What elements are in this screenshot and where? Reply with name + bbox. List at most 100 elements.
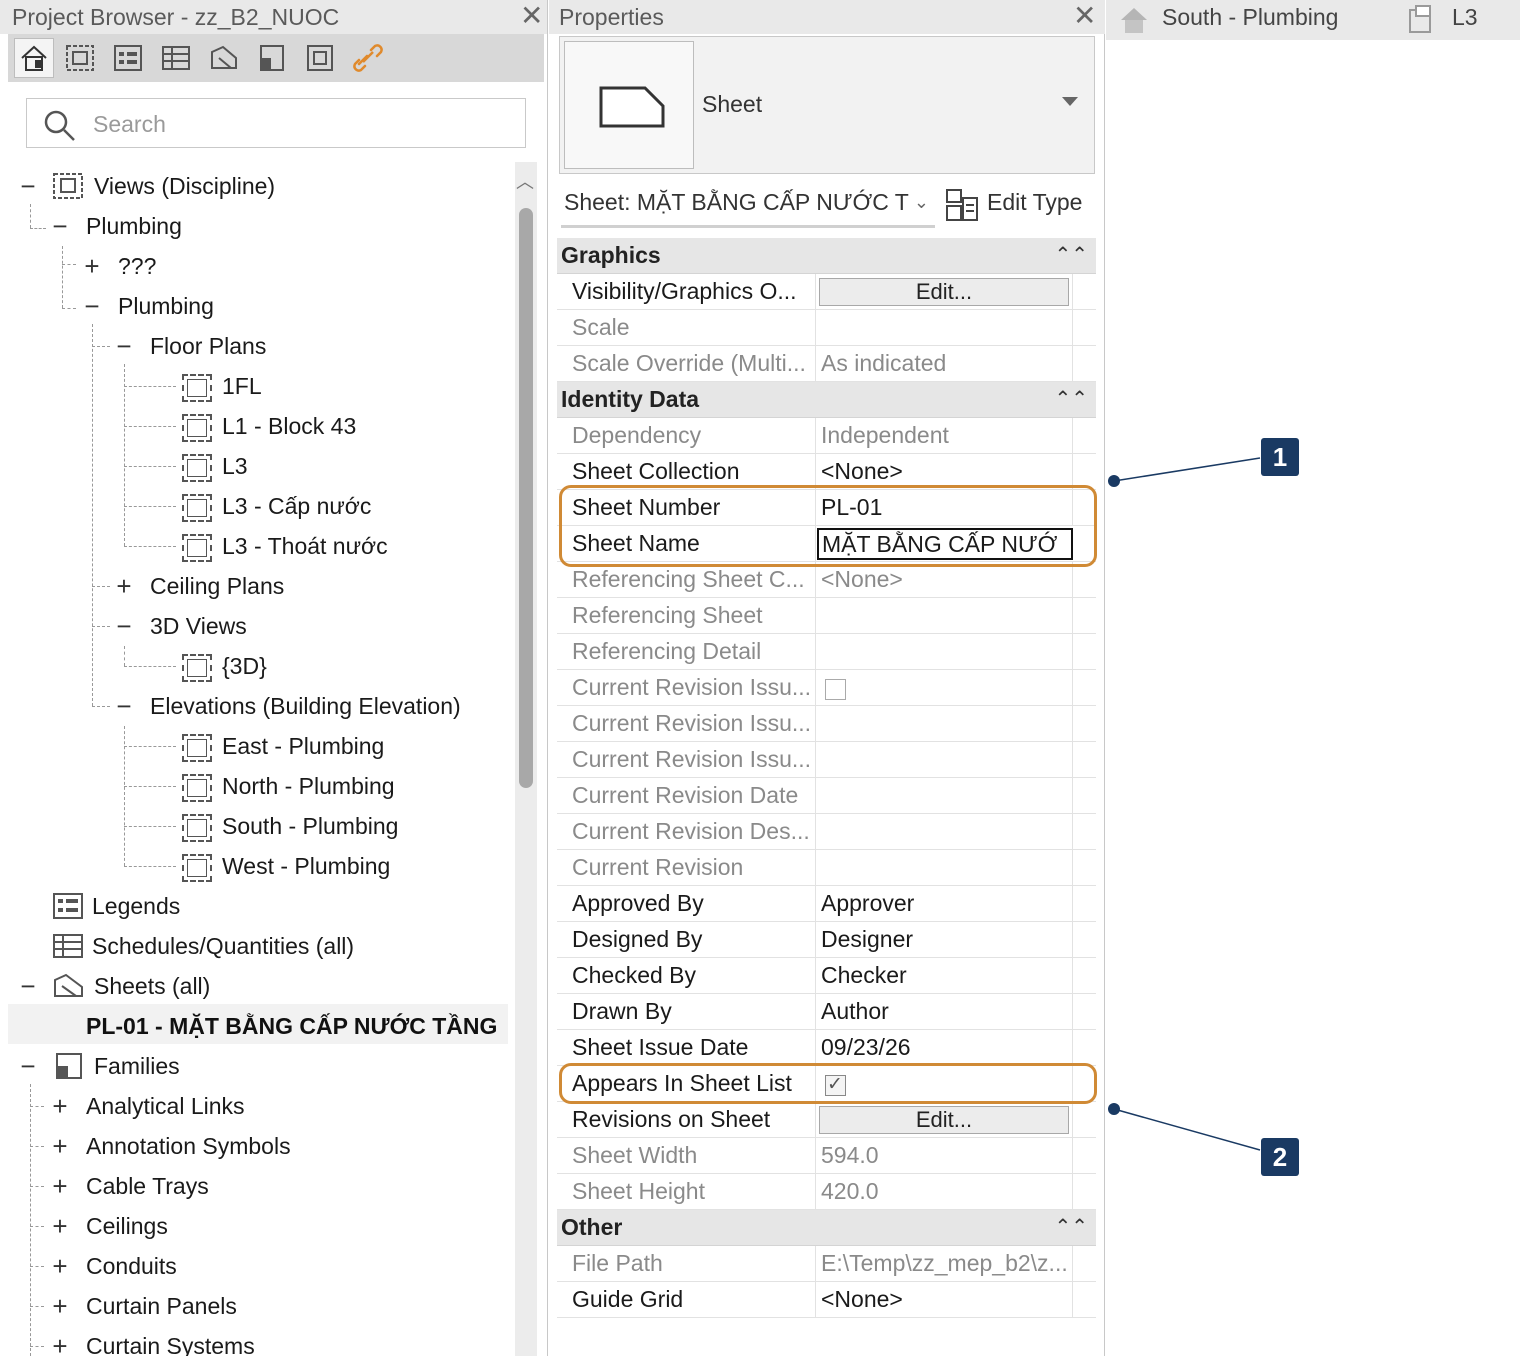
tree-3d-views[interactable]: − 3D Views [0,606,500,646]
prop-row[interactable]: Checked By Checker [557,958,1096,994]
search-box[interactable]: Search [26,98,526,148]
collapse-icon[interactable]: − [114,606,134,646]
group-other[interactable]: Other ⌃⌃ [557,1210,1096,1246]
tree-view-item[interactable]: West - Plumbing [0,846,500,886]
tree-view-item[interactable]: L3 - Cấp nước [0,486,500,526]
tree-family-category[interactable]: + Cable Trays [0,1166,500,1206]
collapse-icon[interactable]: − [82,286,102,326]
collapse-icon[interactable]: − [114,326,134,366]
collapse-icon[interactable]: − [18,966,38,1006]
tree-ceiling-plans[interactable]: + Ceiling Plans [0,566,500,606]
tree-view-item[interactable]: L1 - Block 43 [0,406,500,446]
prop-row: Scale Override (Multi... As indicated [557,346,1096,382]
close-icon[interactable]: ✕ [1073,2,1096,30]
tree-family-category[interactable]: + Conduits [0,1246,500,1286]
sheets-icon[interactable] [208,42,240,74]
tree-unknown-subdiscipline[interactable]: + ??? [0,246,500,286]
tree-family-category[interactable]: + Annotation Symbols [0,1126,500,1166]
tree-views-discipline[interactable]: − Views (Discipline) [0,166,500,206]
edit-type-button[interactable]: Edit Type [945,184,1095,228]
visibility-edit-button[interactable]: Edit... [819,278,1069,306]
tab-south-plumbing[interactable]: South - Plumbing [1162,4,1338,31]
prop-row[interactable]: Sheet Issue Date 09/23/26 [557,1030,1096,1066]
tree-label: Curtain Panels [86,1293,237,1319]
tree-sheet-item[interactable]: PL-01 - MẶT BẰNG CẤP NƯỚC TẦNG [0,1006,510,1046]
prop-value: 420.0 [821,1178,879,1204]
views-icon[interactable] [64,42,96,74]
view-icon [182,814,212,842]
prop-value[interactable]: Designer [821,926,1073,953]
tree-elevations[interactable]: − Elevations (Building Elevation) [0,686,500,726]
collapse-icon[interactable]: − [114,686,134,726]
group-graphics[interactable]: Graphics ⌃⌃ [557,238,1096,274]
collapse-group-icon[interactable]: ⌃⌃ [1054,242,1088,267]
tree-sheets[interactable]: − Sheets (all) [0,966,500,1006]
prop-value[interactable]: <None> [821,458,1073,485]
properties-table: Graphics ⌃⌃ Visibility/Graphics O... Edi… [557,238,1096,1318]
chevron-down-icon[interactable] [1062,97,1078,106]
tree-legends[interactable]: Legends [0,886,500,926]
prop-row: Referencing Detail [557,634,1096,670]
tree-floor-plans[interactable]: − Floor Plans [0,326,500,366]
tree-family-category[interactable]: + Ceilings [0,1206,500,1246]
tree-family-category[interactable]: + Curtain Systems [0,1326,500,1356]
home-icon[interactable] [14,38,54,78]
prop-row[interactable]: Drawn By Author [557,994,1096,1030]
prop-value[interactable]: Approver [821,890,1073,917]
tree-families[interactable]: − Families [0,1046,500,1086]
expand-icon[interactable]: + [50,1246,70,1286]
scroll-up-icon[interactable]: ︿ [516,168,534,194]
legends-icon[interactable] [112,42,144,74]
prop-row[interactable]: Guide Grid <None> [557,1282,1096,1318]
instance-selector[interactable]: Sheet: MẶT BẰNG CẤP NƯỚC T ⌄ [561,184,935,228]
prop-value[interactable]: Author [821,998,1073,1025]
tree-view-item[interactable]: East - Plumbing [0,726,500,766]
expand-icon[interactable]: + [50,1206,70,1246]
groups-icon[interactable] [304,42,336,74]
prop-row[interactable]: Designed By Designer [557,922,1096,958]
scrollbar-thumb[interactable] [519,208,533,788]
prop-value[interactable]: Checker [821,962,1073,989]
tree-label: Views (Discipline) [94,173,276,199]
tree-view-item[interactable]: 1FL [0,366,500,406]
tab-l3[interactable]: L3 [1452,4,1478,31]
families-icon[interactable] [256,42,288,74]
tree-plumbing-discipline[interactable]: − Plumbing [0,206,500,246]
tree-view-item[interactable]: South - Plumbing [0,806,500,846]
tree-view-item[interactable]: L3 [0,446,500,486]
collapse-icon[interactable]: − [18,166,38,206]
collapse-icon[interactable]: − [50,206,70,246]
tree-schedules[interactable]: Schedules/Quantities (all) [0,926,500,966]
tree-label: L3 - Thoát nước [222,533,388,559]
expand-icon[interactable]: + [50,1126,70,1166]
expand-icon[interactable]: + [50,1086,70,1126]
group-identity-data[interactable]: Identity Data ⌃⌃ [557,382,1096,418]
schedules-icon[interactable] [160,42,192,74]
tree-family-category[interactable]: + Analytical Links [0,1086,500,1126]
tree-label: Families [94,1053,180,1079]
expand-icon[interactable]: + [50,1286,70,1326]
expand-icon[interactable]: + [50,1166,70,1206]
tree-view-item[interactable]: L3 - Thoát nước [0,526,500,566]
tree-view-item[interactable]: {3D} [0,646,500,686]
revisions-edit-button[interactable]: Edit... [819,1106,1069,1134]
type-name: Sheet [702,91,763,117]
expand-icon[interactable]: + [50,1326,70,1356]
tree-label: Curtain Systems [86,1333,255,1356]
prop-row[interactable]: Approved By Approver [557,886,1096,922]
tree-view-item[interactable]: North - Plumbing [0,766,500,806]
expand-icon[interactable]: + [82,246,102,286]
tree-plumbing-subdiscipline[interactable]: − Plumbing [0,286,500,326]
collapse-group-icon[interactable]: ⌃⌃ [1054,1214,1088,1239]
close-icon[interactable]: ✕ [520,2,543,30]
prop-value[interactable]: <None> [821,1286,1073,1313]
prop-value[interactable]: 09/23/26 [821,1034,1073,1061]
expand-icon[interactable]: + [114,566,134,606]
type-selector[interactable]: Sheet [559,36,1095,174]
revit-links-icon[interactable] [352,42,384,74]
prop-name: Referencing Detail [572,638,762,664]
prop-name: Sheet Height [572,1178,705,1204]
tree-family-category[interactable]: + Curtain Panels [0,1286,500,1326]
collapse-group-icon[interactable]: ⌃⌃ [1054,386,1088,411]
collapse-icon[interactable]: − [18,1046,38,1086]
